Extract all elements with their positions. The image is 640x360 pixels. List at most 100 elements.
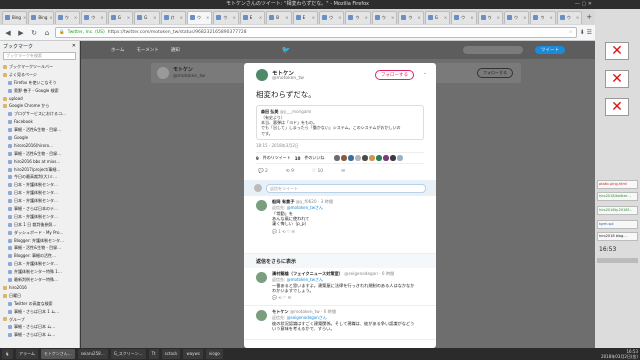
bookmark-item[interactable]: Google xyxy=(0,134,79,142)
bookmark-item[interactable]: 事細・さらば日本 1 ム… xyxy=(0,308,79,316)
avatar[interactable] xyxy=(334,155,340,161)
close-x-icon[interactable]: ✕ xyxy=(605,42,629,60)
site-identity[interactable]: Twitter, Inc. (US) xyxy=(68,30,105,35)
browser-tab[interactable]: ウ × xyxy=(186,10,213,24)
bookmark-item[interactable]: 事細・活性&生物 - 目録… xyxy=(0,126,79,134)
bookmark-item[interactable]: 日本・弁護体制センタ… xyxy=(0,197,79,205)
bookmark-item[interactable]: ブログサービスにおけるコ… xyxy=(0,110,79,118)
taskbar-item[interactable]: 🐧 xyxy=(2,349,13,359)
tab-close-icon[interactable]: × xyxy=(74,15,77,20)
tab-close-icon[interactable]: × xyxy=(550,15,553,20)
nav-home[interactable]: ホーム xyxy=(111,47,124,53)
bookmark-star-icon[interactable]: ☆ xyxy=(569,30,573,35)
reply-author-name[interactable]: モトケン xyxy=(272,309,289,314)
quoted-tweet[interactable]: 森田 弘美 @y___morigami （有史より） 本当、悪弾は「ヨド」をもの… xyxy=(256,105,424,140)
browser-tab[interactable]: B × xyxy=(266,10,292,24)
reply-time[interactable]: · 6 時間 xyxy=(379,271,394,276)
avatar[interactable] xyxy=(369,155,375,161)
tab-close-icon[interactable]: × xyxy=(153,15,156,20)
tab-close-icon[interactable]: × xyxy=(523,15,526,20)
nav-notifications[interactable]: 通知 xyxy=(171,47,180,53)
reply-actions[interactable]: 💬 1 ⟲ ♡ ✉ xyxy=(272,229,424,234)
browser-tab[interactable]: ウ × xyxy=(319,10,345,24)
bookmark-item[interactable]: 日本 1 日 裁判後参照… xyxy=(0,221,79,229)
tab-close-icon[interactable]: × xyxy=(470,15,473,20)
taskbar-item[interactable]: アラーム xyxy=(15,349,38,359)
browser-tab[interactable]: ウ × xyxy=(556,10,583,24)
sidebar-title[interactable]: ブックマーク xyxy=(3,43,33,50)
tab-close-icon[interactable]: × xyxy=(576,15,579,20)
bookmark-item[interactable]: よく見るページ xyxy=(0,71,79,79)
taskbar-item[interactable]: seiaru258… xyxy=(77,349,108,359)
tab-close-icon[interactable]: × xyxy=(338,15,341,20)
panel-note[interactable]: hiro2018 blog… xyxy=(597,232,638,241)
browser-tab[interactable]: G × xyxy=(424,10,451,24)
avatar[interactable] xyxy=(256,310,267,321)
dm-icon[interactable]: ✉ xyxy=(341,169,345,174)
taskbar-clock[interactable]: 16:53 2018年03月2日(金) xyxy=(601,349,638,359)
tab-close-icon[interactable]: × xyxy=(285,15,288,20)
avatar[interactable] xyxy=(256,69,268,81)
reply-time[interactable]: · 3 時間 xyxy=(318,199,333,204)
browser-tab[interactable]: ウ × xyxy=(345,10,371,24)
taskbar-item[interactable]: G_スクリーン… xyxy=(110,349,146,359)
bookmark-item[interactable]: 日本・弁護体制センタ… xyxy=(0,213,79,221)
browser-tab[interactable]: ウ × xyxy=(371,10,398,24)
bookmark-item[interactable]: ダッシュボード - My Pro… xyxy=(0,229,79,237)
reply-author-handle[interactable]: @motoken_tw xyxy=(290,309,320,314)
bookmark-item[interactable]: Google Chrome から xyxy=(0,102,79,110)
bookmark-item[interactable]: ブックマークツールバー xyxy=(0,63,79,71)
reply-to-link[interactable]: @motoken_twさん xyxy=(287,205,323,210)
bookmark-item[interactable]: 日曜日 xyxy=(0,292,79,300)
tab-close-icon[interactable]: × xyxy=(49,15,52,20)
like-label[interactable]: 件のいいね xyxy=(304,155,324,161)
twitter-bird-icon[interactable]: 🐦 xyxy=(282,46,291,54)
tab-close-icon[interactable]: × xyxy=(391,15,394,20)
avatar[interactable] xyxy=(383,155,389,161)
profile-follow-button[interactable]: フォローする xyxy=(477,68,513,78)
like-icon[interactable]: ♡ 10 xyxy=(312,169,323,174)
nav-moments[interactable]: モーメント xyxy=(136,47,158,53)
reply-icon[interactable]: 💬 2 xyxy=(258,169,268,174)
tweet-button[interactable]: ツイート xyxy=(535,46,565,54)
bookmark-item[interactable]: Firefox を使いこなそう xyxy=(0,79,79,87)
window-controls[interactable]: — ▢ ✕ xyxy=(575,0,592,9)
taskbar-item[interactable]: wayws xyxy=(183,349,203,359)
url-text[interactable]: https://twitter.com/motoken_tw/status/96… xyxy=(108,30,247,35)
taskbar-item[interactable]: sctock xyxy=(161,349,181,359)
browser-tab[interactable]: ウ × xyxy=(477,10,504,24)
more-replies-heading[interactable]: 返信をさらに表示 xyxy=(244,254,436,268)
bookmark-item[interactable]: 日本・弁護体制センタ… xyxy=(0,181,79,189)
url-bar[interactable]: 🔒 Twitter, Inc. (US) https://twitter.com… xyxy=(55,27,577,38)
browser-tab[interactable]: Bing × xyxy=(28,10,54,24)
reload-button[interactable]: ↻ xyxy=(29,28,39,38)
tab-close-icon[interactable]: × xyxy=(444,15,447,20)
tab-close-icon[interactable]: × xyxy=(497,15,500,20)
avatar[interactable] xyxy=(341,155,347,161)
back-button[interactable]: ◀ xyxy=(3,28,13,38)
close-x-icon[interactable]: ✕ xyxy=(605,70,629,88)
bookmark-item[interactable]: 日本・弁護体制センタ… xyxy=(0,189,79,197)
retweet-label[interactable]: 件のリツイート xyxy=(263,155,291,161)
bookmark-item[interactable]: 日本・弁護体制センタ… xyxy=(0,260,79,268)
toolbar-right-icons[interactable]: ⬇ ☰ xyxy=(580,29,592,36)
chevron-down-icon[interactable]: ⌄ xyxy=(423,70,427,76)
reply-input[interactable]: 返信をツイート xyxy=(266,183,426,193)
bookmark-item[interactable]: 事細・さらば日本のテ… xyxy=(0,205,79,213)
bookmark-item[interactable]: 事細・活性&生物 - 目録… xyxy=(0,244,79,252)
forward-button[interactable]: ▶ xyxy=(16,28,26,38)
browser-tab[interactable]: E × xyxy=(292,10,319,24)
twitter-search-input[interactable] xyxy=(463,46,523,54)
panel-note[interactable]: ptatic.ping.html xyxy=(597,180,638,189)
reply-actions[interactable]: 💬 ⟲ ♡ ✉ xyxy=(272,295,424,300)
reply-author-handle[interactable]: @seigenodegon xyxy=(344,271,378,276)
bookmark-item[interactable]: 事細・さらば日本 ム… xyxy=(0,323,79,331)
browser-tab[interactable]: ウ × xyxy=(451,10,477,24)
bookmark-item[interactable]: Facebook xyxy=(0,118,79,126)
browser-tab[interactable]: G × xyxy=(107,10,134,24)
reply-tweet[interactable]: 清村龍雄（フェイクニュース対策室） @seigenodegon · 6 時間 返… xyxy=(244,268,436,306)
taskbar-item[interactable]: モトケンさん… xyxy=(40,349,75,359)
bookmark-item[interactable]: hiro2016 bbs at mixs… xyxy=(0,158,79,166)
sidebar-close-button[interactable]: ✕ xyxy=(72,43,76,49)
tab-close-icon[interactable]: × xyxy=(232,15,235,20)
